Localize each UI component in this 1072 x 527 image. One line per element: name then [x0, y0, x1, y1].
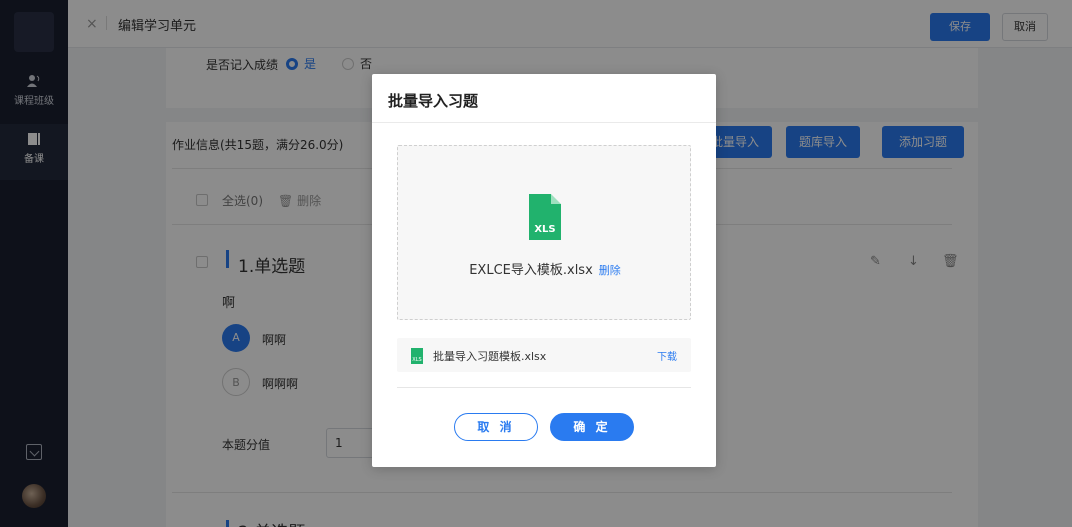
template-file-name: 批量导入习题模板.xlsx	[433, 350, 547, 363]
file-type-label: XLS	[534, 224, 556, 235]
divider	[397, 387, 691, 388]
import-modal: 批量导入习题 XLS EXLCE导入模板.xlsx 删除 XLS 批量导入习题模板…	[372, 74, 716, 467]
excel-file-icon: XLS	[411, 348, 423, 364]
uploaded-file-name: EXLCE导入模板.xlsx	[469, 263, 593, 278]
file-drop-zone[interactable]: XLS EXLCE导入模板.xlsx 删除	[397, 145, 691, 320]
uploaded-file: EXLCE导入模板.xlsx 删除	[398, 259, 692, 278]
modal-title: 批量导入习题	[388, 92, 479, 110]
excel-file-icon: XLS	[529, 194, 561, 240]
file-type-label: XLS	[412, 357, 422, 363]
download-template-link[interactable]: 下载	[657, 348, 677, 363]
modal-cancel-button[interactable]: 取 消	[454, 413, 538, 441]
modal-confirm-button[interactable]: 确 定	[550, 413, 634, 441]
divider	[372, 122, 716, 123]
template-row: XLS 批量导入习题模板.xlsx 下载	[397, 338, 691, 372]
remove-file-link[interactable]: 删除	[599, 264, 621, 277]
